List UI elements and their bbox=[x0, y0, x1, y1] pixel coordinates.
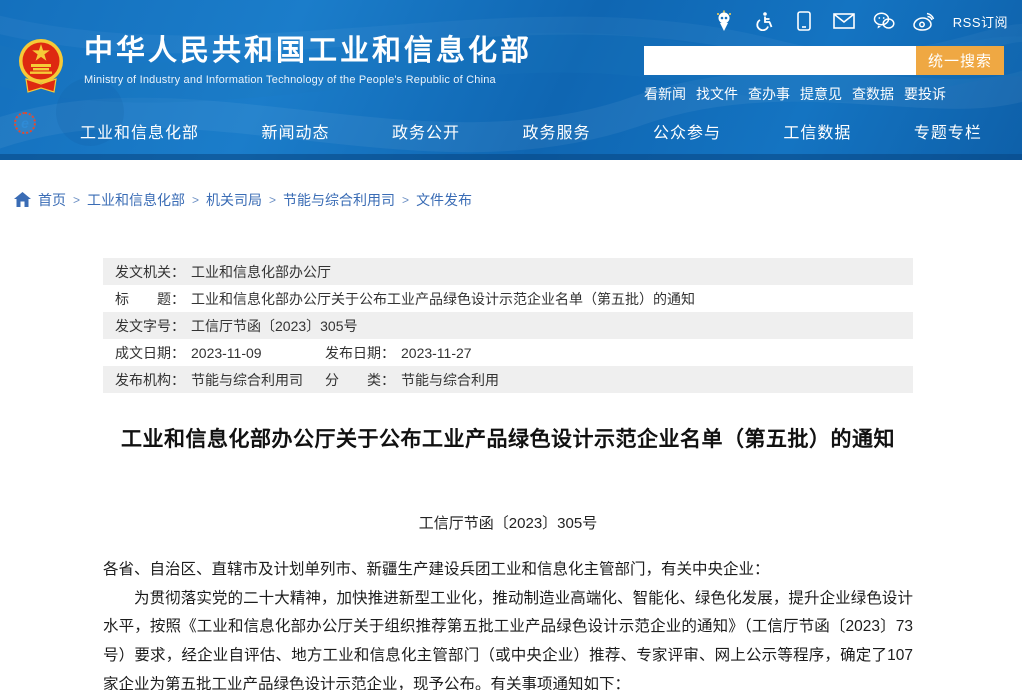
meta-value: 2023-11-09 bbox=[191, 345, 262, 361]
rss-subscribe-link[interactable]: RSS订阅 bbox=[953, 12, 1008, 31]
mascot-robot-icon[interactable] bbox=[713, 10, 735, 32]
quick-link-complaint[interactable]: 要投诉 bbox=[904, 84, 946, 104]
mail-icon[interactable] bbox=[833, 10, 855, 32]
site-header: RSS订阅 中华人民共和国工业和信息化部 Ministry of Industr… bbox=[0, 0, 1022, 160]
nav-item-public-participation[interactable]: 公众参与 bbox=[653, 119, 721, 143]
topbar: RSS订阅 bbox=[713, 8, 1008, 34]
meta-value: 工业和信息化部办公厅 bbox=[191, 262, 331, 282]
body-paragraph-main: 为贯彻落实党的二十大精神，加快推进新型工业化，推动制造业高端化、智能化、绿色化发… bbox=[103, 585, 913, 690]
nav-item-miit[interactable]: 工业和信息化部 bbox=[80, 119, 199, 143]
document-body: 各省、自治区、直辖市及计划单列市、新疆生产建设兵团工业和信息化主管部门，有关中央… bbox=[103, 556, 913, 690]
breadcrumb-separator: > bbox=[269, 193, 276, 207]
meta-label: 标 题： bbox=[115, 289, 185, 309]
weibo-icon[interactable] bbox=[913, 10, 935, 32]
nav-bottom-strip bbox=[0, 154, 1022, 160]
meta-value: 工业和信息化部办公厅关于公布工业产品绿色设计示范企业名单（第五批）的通知 bbox=[191, 289, 695, 309]
meta-value: 2023-11-27 bbox=[401, 345, 472, 361]
quick-link-files[interactable]: 找文件 bbox=[696, 84, 738, 104]
wechat-icon[interactable] bbox=[873, 10, 895, 32]
document-meta-table: 发文机关： 工业和信息化部办公厅 标 题： 工业和信息化部办公厅关于公布工业产品… bbox=[103, 258, 913, 393]
meta-label: 发文字号： bbox=[115, 316, 185, 336]
document-main: 发文机关： 工业和信息化部办公厅 标 题： 工业和信息化部办公厅关于公布工业产品… bbox=[103, 258, 913, 690]
quick-link-feedback[interactable]: 提意见 bbox=[800, 84, 842, 104]
body-paragraph-salutation: 各省、自治区、直辖市及计划单列市、新疆生产建设兵团工业和信息化主管部门，有关中央… bbox=[103, 556, 913, 585]
breadcrumb-separator: > bbox=[192, 193, 199, 207]
meta-label: 发布机构： bbox=[115, 370, 185, 390]
site-title-cn: 中华人民共和国工业和信息化部 bbox=[84, 34, 532, 68]
home-icon[interactable] bbox=[14, 192, 31, 207]
unified-search-input[interactable] bbox=[644, 46, 916, 75]
breadcrumb-energy-dept[interactable]: 节能与综合利用司 bbox=[283, 190, 395, 210]
quick-links: 看新闻 找文件 查办事 提意见 查数据 要投诉 bbox=[644, 84, 1004, 104]
nav-item-gov-services[interactable]: 政务服务 bbox=[522, 119, 590, 143]
meta-row-dates: 成文日期： 2023-11-09 发布日期： 2023-11-27 bbox=[103, 339, 913, 366]
miit-e-logo-icon: e bbox=[14, 112, 36, 134]
accessibility-icon[interactable] bbox=[753, 10, 775, 32]
breadcrumb-separator: > bbox=[402, 193, 409, 207]
meta-row-title: 标 题： 工业和信息化部办公厅关于公布工业产品绿色设计示范企业名单（第五批）的通… bbox=[103, 285, 913, 312]
document-title: 工业和信息化部办公厅关于公布工业产品绿色设计示范企业名单（第五批）的通知 bbox=[103, 425, 913, 455]
nav-item-special-topics[interactable]: 专题专栏 bbox=[914, 119, 982, 143]
quick-link-data[interactable]: 查数据 bbox=[852, 84, 894, 104]
nav-item-gov-disclosure[interactable]: 政务公开 bbox=[392, 119, 460, 143]
meta-value: 节能与综合利用司 bbox=[191, 370, 303, 390]
meta-label: 成文日期： bbox=[115, 343, 185, 363]
meta-label: 分 类： bbox=[325, 370, 395, 390]
breadcrumb-home[interactable]: 首页 bbox=[38, 190, 66, 210]
mobile-icon[interactable] bbox=[793, 10, 815, 32]
brand-text: 中华人民共和国工业和信息化部 Ministry of Industry and … bbox=[84, 34, 532, 86]
meta-label: 发文机关： bbox=[115, 262, 185, 282]
breadcrumb: 首页 > 工业和信息化部 > 机关司局 > 节能与综合利用司 > 文件发布 bbox=[0, 160, 1022, 210]
site-title-en: Ministry of Industry and Information Tec… bbox=[84, 74, 532, 86]
meta-row-publisher-category: 发布机构： 节能与综合利用司 分 类： 节能与综合利用 bbox=[103, 366, 913, 393]
breadcrumb-miit[interactable]: 工业和信息化部 bbox=[87, 190, 185, 210]
meta-value: 工信厅节函〔2023〕305号 bbox=[191, 316, 358, 336]
document-number: 工信厅节函〔2023〕305号 bbox=[103, 512, 913, 533]
meta-label: 发布日期： bbox=[325, 343, 395, 363]
main-nav: e 工业和信息化部 新闻动态 政务公开 政务服务 公众参与 工信数据 专题专栏 bbox=[0, 108, 1022, 154]
quick-link-services[interactable]: 查办事 bbox=[748, 84, 790, 104]
breadcrumb-departments[interactable]: 机关司局 bbox=[206, 190, 262, 210]
meta-row-issuing-agency: 发文机关： 工业和信息化部办公厅 bbox=[103, 258, 913, 285]
nav-item-news[interactable]: 新闻动态 bbox=[261, 119, 329, 143]
nav-item-miit-data[interactable]: 工信数据 bbox=[783, 119, 851, 143]
search-area: 统一搜索 看新闻 找文件 查办事 提意见 查数据 要投诉 bbox=[644, 46, 1004, 104]
meta-value: 节能与综合利用 bbox=[401, 370, 499, 390]
breadcrumb-document-release[interactable]: 文件发布 bbox=[416, 190, 472, 210]
meta-row-doc-number: 发文字号： 工信厅节函〔2023〕305号 bbox=[103, 312, 913, 339]
quick-link-news[interactable]: 看新闻 bbox=[644, 84, 686, 104]
breadcrumb-separator: > bbox=[73, 193, 80, 207]
brand: 中华人民共和国工业和信息化部 Ministry of Industry and … bbox=[18, 34, 532, 94]
national-emblem bbox=[18, 34, 64, 94]
unified-search-button[interactable]: 统一搜索 bbox=[916, 46, 1004, 75]
